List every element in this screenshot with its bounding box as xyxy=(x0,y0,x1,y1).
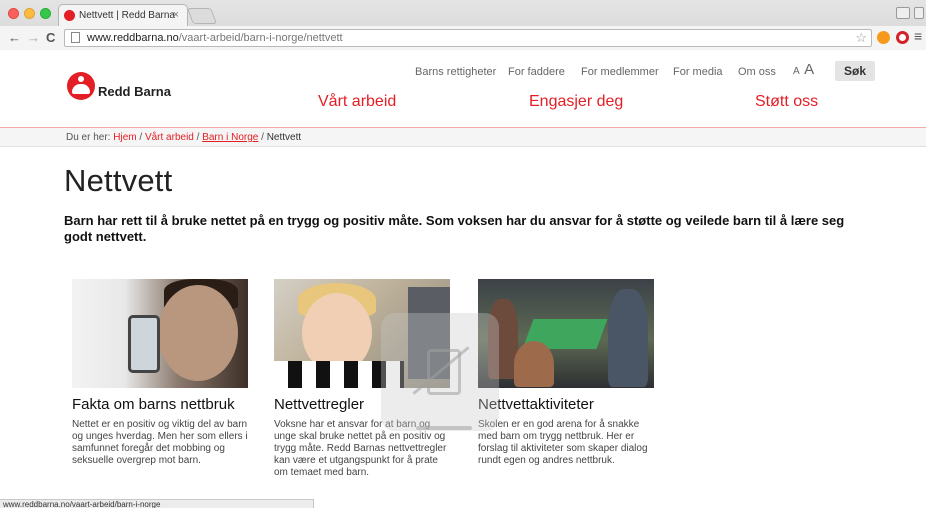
util-nav-for-faddere[interactable]: For faddere xyxy=(508,66,565,78)
font-decrease-button[interactable]: A xyxy=(793,66,800,77)
breadcrumb-barn-i-norge[interactable]: Barn i Norge xyxy=(202,132,258,143)
page-icon xyxy=(71,32,80,43)
page-title: Nettvett xyxy=(64,163,173,198)
breadcrumb-separator: / xyxy=(136,132,145,143)
extension-opera-icon[interactable] xyxy=(896,31,909,44)
breadcrumb-prefix: Du er her: xyxy=(66,132,114,143)
font-increase-button[interactable]: A xyxy=(804,61,814,78)
card-text: Nettet er en positiv og viktig del av ba… xyxy=(72,419,248,466)
browser-tab[interactable]: Nettvett | Redd Barna × xyxy=(58,4,188,26)
card-image-boy-with-phone[interactable] xyxy=(72,279,248,388)
back-arrow-icon[interactable]: ← xyxy=(8,30,21,45)
util-nav-barns-rettigheter[interactable]: Barns rettigheter xyxy=(415,66,496,78)
main-nav-vart-arbeid[interactable]: Vårt arbeid xyxy=(318,93,396,111)
url-domain: www.reddbarna.no xyxy=(87,32,179,44)
image-detail xyxy=(514,341,554,387)
card-image-kids-playing[interactable] xyxy=(478,279,654,388)
card-fakta[interactable]: Fakta om barns nettbruk Nettet er en pos… xyxy=(72,279,250,466)
media-overlay-icon xyxy=(381,313,499,431)
extension-flame-icon[interactable] xyxy=(877,31,890,44)
new-tab-button[interactable] xyxy=(187,8,217,24)
minimize-window-button[interactable] xyxy=(24,8,35,19)
util-nav-for-medlemmer[interactable]: For medlemmer xyxy=(581,66,659,78)
user-profile-icon[interactable] xyxy=(896,7,910,19)
fullscreen-icon[interactable] xyxy=(914,7,924,19)
redd-barna-favicon-icon xyxy=(64,10,75,21)
breadcrumb: Du er her: Hjem / Vårt arbeid / Barn i N… xyxy=(0,127,926,147)
card-title[interactable]: Fakta om barns nettbruk xyxy=(72,396,235,413)
main-nav-engasjer-deg[interactable]: Engasjer deg xyxy=(529,93,623,111)
util-nav-om-oss[interactable]: Om oss xyxy=(738,66,776,78)
address-bar[interactable]: www.reddbarna.no/vaart-arbeid/barn-i-nor… xyxy=(64,29,872,47)
card-text: Skolen er en god arena for å snakke med … xyxy=(478,419,648,466)
browser-toolbar: ← → C www.reddbarna.no/vaart-arbeid/barn… xyxy=(0,26,926,50)
forward-arrow-icon[interactable]: → xyxy=(27,30,40,45)
lead-paragraph: Barn har rett til å bruke nettet på en t… xyxy=(64,213,845,244)
website: Redd Barna Barns rettigheter For faddere… xyxy=(0,50,926,508)
breadcrumb-hjem[interactable]: Hjem xyxy=(113,132,136,143)
reload-icon[interactable]: C xyxy=(46,30,55,45)
browser-chrome: Nettvett | Redd Barna × ← → C www.reddba… xyxy=(0,0,926,50)
close-window-button[interactable] xyxy=(8,8,19,19)
font-size-controls: A A xyxy=(793,61,814,79)
image-detail xyxy=(608,289,648,387)
bookmark-star-icon[interactable]: ☆ xyxy=(855,30,867,46)
url-path: /vaart-arbeid/barn-i-norge/nettvett xyxy=(178,32,343,44)
card-nettvettaktiviteter[interactable]: Nettvettaktiviteter Skolen er en god are… xyxy=(478,279,656,466)
browser-menu-icon[interactable]: ≡ xyxy=(914,28,922,44)
close-tab-icon[interactable]: × xyxy=(173,9,179,21)
breadcrumb-current: Nettvett xyxy=(266,132,302,143)
zoom-window-button[interactable] xyxy=(40,8,51,19)
redd-barna-logo-icon xyxy=(67,72,95,100)
breadcrumb-separator: / xyxy=(258,132,267,143)
card-title[interactable]: Nettvettregler xyxy=(274,396,364,413)
media-progress-track xyxy=(416,426,472,430)
status-bar: www.reddbarna.no/vaart-arbeid/barn-i-nor… xyxy=(0,499,314,508)
tab-title: Nettvett | Redd Barna xyxy=(79,10,175,21)
tab-bar: Nettvett | Redd Barna × xyxy=(0,0,926,26)
image-detail xyxy=(128,315,160,373)
breadcrumb-separator: / xyxy=(193,132,203,143)
logo-text: Redd Barna xyxy=(98,84,171,99)
search-button[interactable]: Søk xyxy=(835,61,875,81)
breadcrumb-vart-arbeid[interactable]: Vårt arbeid xyxy=(145,132,194,143)
image-detail xyxy=(158,285,238,381)
main-nav-stott-oss[interactable]: Støtt oss xyxy=(755,93,818,111)
util-nav-for-media[interactable]: For media xyxy=(673,66,723,78)
